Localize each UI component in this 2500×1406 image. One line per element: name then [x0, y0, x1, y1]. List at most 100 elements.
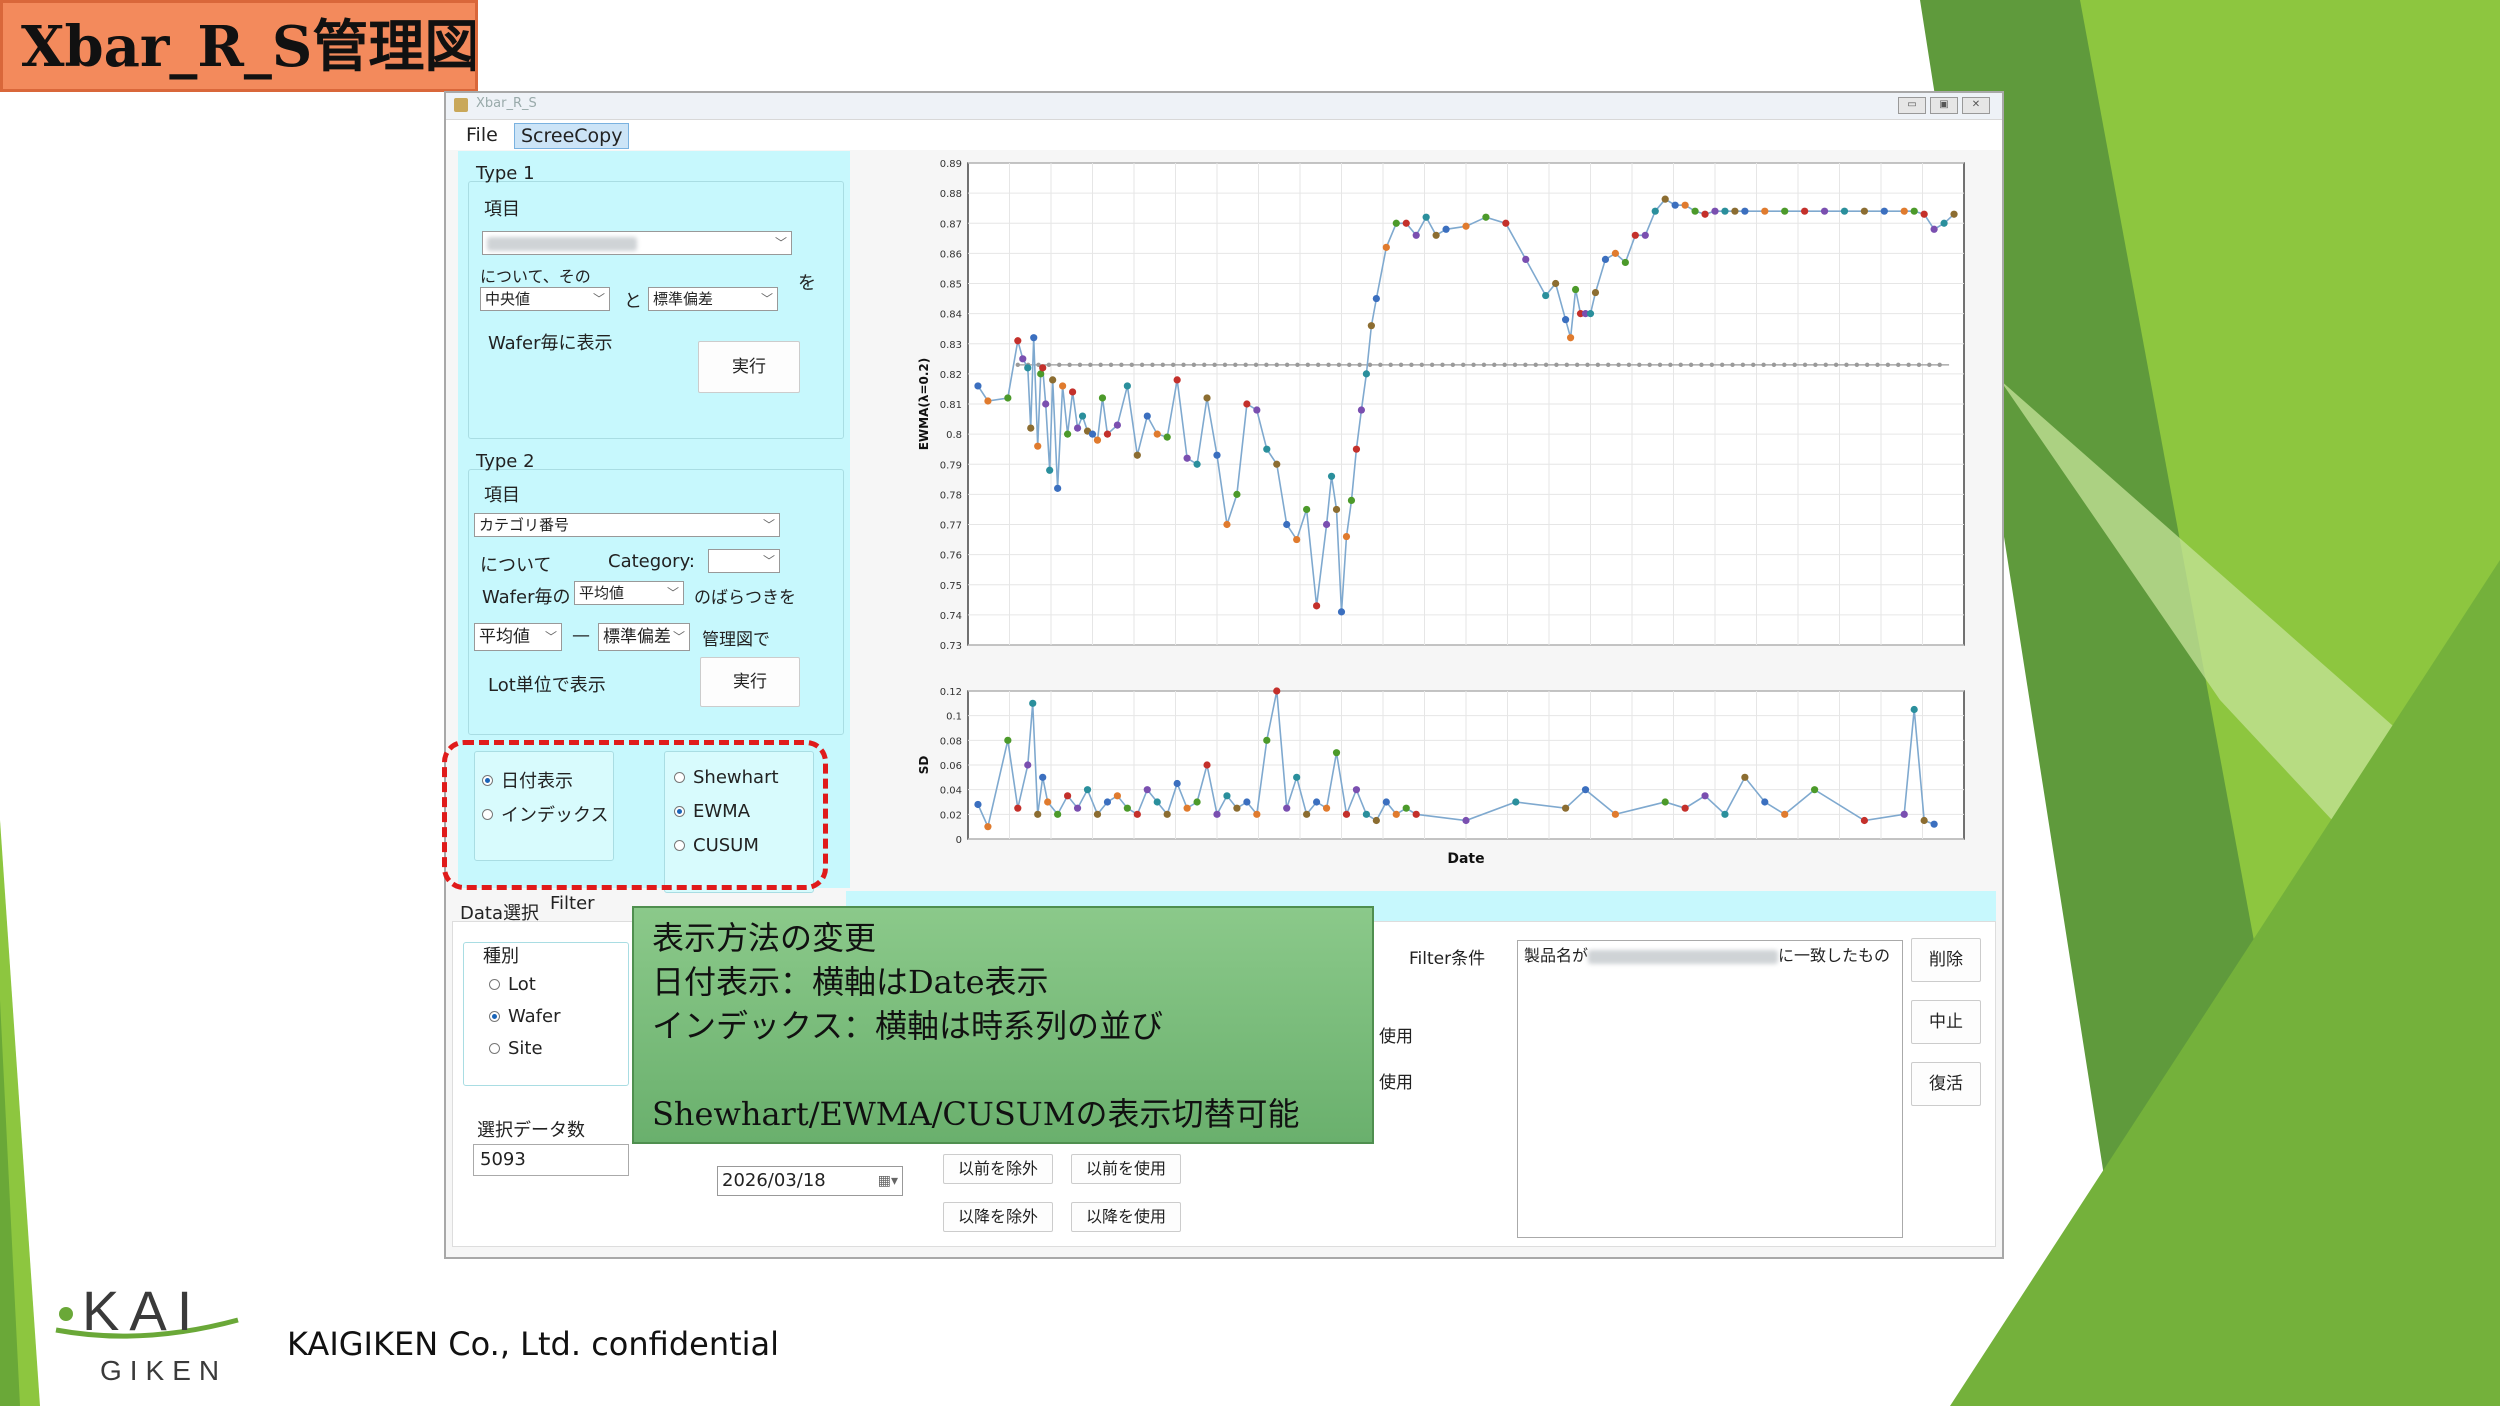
sd-data-point	[1462, 816, 1470, 825]
type2-category-combo[interactable]: ﹀	[708, 549, 780, 573]
type2-dash-label: —	[572, 625, 590, 646]
sd-y-axis-label: SD	[917, 756, 931, 775]
sd-data-point	[1332, 749, 1341, 757]
menu-screecopy[interactable]: ScreeCopy	[514, 123, 630, 149]
exclude-after-button[interactable]: 以降を除外	[943, 1202, 1053, 1232]
sd-tick-label: 0.12	[940, 687, 962, 698]
ewma-data-point	[1293, 535, 1301, 544]
ewma-data-point	[1591, 288, 1600, 297]
ewma-tick-label: 0.86	[940, 249, 962, 260]
sd-tick-label: 0.08	[940, 736, 962, 747]
close-button[interactable]: ✕	[1962, 97, 1990, 114]
cancel-button[interactable]: 中止	[1911, 1000, 1981, 1044]
tab-filter[interactable]: Filter	[550, 893, 595, 914]
sd-data-point	[1183, 804, 1191, 812]
ewma-center-marker	[1792, 362, 1797, 368]
type1-stat-b-combo[interactable]: 標準偏差 ﹀	[648, 287, 778, 311]
sd-data-point	[1920, 816, 1928, 825]
selected-count-field[interactable]: 5093	[473, 1144, 629, 1176]
ewma-center-marker	[1854, 362, 1860, 368]
ewma-center-marker	[1461, 362, 1466, 368]
type2-run-button[interactable]: 実行	[700, 657, 800, 707]
minimize-button[interactable]: ▭	[1898, 97, 1926, 114]
radio-wafer-label: Wafer	[508, 1006, 561, 1027]
ewma-data-point	[1651, 207, 1659, 215]
type2-wafer-combo[interactable]: 平均値 ﹀	[574, 581, 684, 605]
use-before-button[interactable]: 以前を使用	[1071, 1154, 1181, 1184]
radio-wafer[interactable]: Wafer	[489, 1006, 561, 1027]
ewma-data-point	[1781, 207, 1789, 215]
ewma-center-marker	[1626, 362, 1632, 368]
type1-run-button[interactable]: 実行	[698, 341, 800, 393]
sd-x-axis-label: Date	[1447, 851, 1484, 867]
sd-data-point	[1681, 804, 1689, 812]
ewma-center-marker	[1606, 362, 1611, 368]
ewma-center-marker	[1347, 362, 1352, 368]
type2-stat-b-combo[interactable]: 標準偏差 ﹀	[598, 623, 690, 651]
ewma-data-point	[1103, 430, 1112, 438]
use-button-fragment-2[interactable]: 使用	[1379, 1068, 1413, 1093]
filter-condition-list[interactable]: 製品名が に一致したもの	[1517, 940, 1903, 1238]
kaigiken-logo: KAI GIKEN	[55, 1280, 239, 1386]
ewma-data-point	[1562, 316, 1570, 324]
ewma-center-marker	[1108, 362, 1114, 368]
sd-data-point	[1243, 798, 1251, 806]
ewma-data-point	[1193, 460, 1201, 468]
ewma-data-point	[1332, 505, 1341, 514]
ewma-center-marker	[1253, 362, 1259, 368]
type2-stat-a-combo[interactable]: 平均値 ﹀	[474, 623, 562, 651]
use-after-button[interactable]: 以降を使用	[1071, 1202, 1181, 1232]
ewma-data-point	[974, 382, 982, 390]
ewma-center-marker	[1813, 362, 1818, 368]
blurred-product-name	[1588, 949, 1779, 964]
ewma-center-marker	[1088, 362, 1093, 368]
ewma-data-point	[1880, 207, 1888, 215]
ewma-center-marker	[1398, 362, 1404, 368]
ewma-data-point	[1462, 222, 1470, 230]
ewma-center-marker	[1419, 362, 1424, 368]
ewma-center-marker	[1233, 362, 1238, 368]
type1-stat-a-combo[interactable]: 中央値 ﹀	[480, 287, 610, 311]
sd-data-point	[1173, 779, 1181, 788]
ewma-data-point	[1571, 285, 1580, 294]
sd-tick-label: 0.06	[940, 761, 962, 772]
exclude-before-button[interactable]: 以前を除外	[943, 1154, 1053, 1184]
type2-item-combo[interactable]: カテゴリ番号 ﹀	[474, 513, 780, 537]
ewma-data-point	[1621, 258, 1629, 267]
ewma-data-point	[1542, 291, 1550, 300]
type1-stat-a-value: 中央値	[485, 290, 531, 308]
date-picker[interactable]: 2026/03/18 ▦▾	[717, 1166, 903, 1196]
filter-condition-label: Filter条件	[1409, 949, 1486, 969]
ewma-center-marker	[1927, 362, 1932, 368]
menu-file[interactable]: File	[460, 123, 504, 147]
ewma-data-point	[1631, 231, 1639, 239]
delete-button[interactable]: 削除	[1911, 938, 1981, 982]
ewma-center-marker	[1740, 362, 1746, 368]
radio-site[interactable]: Site	[489, 1038, 543, 1059]
sd-data-point	[1064, 792, 1072, 800]
ewma-data-point	[1034, 442, 1042, 450]
ewma-data-point	[1054, 484, 1062, 492]
maximize-button[interactable]: ▣	[1930, 97, 1958, 114]
restore-button[interactable]: 復活	[1911, 1062, 1981, 1106]
blurred-value	[487, 236, 637, 251]
ewma-center-marker	[1315, 362, 1321, 368]
ewma-data-point	[1093, 436, 1102, 444]
ewma-data-point	[1004, 394, 1012, 402]
sd-data-point	[984, 823, 992, 831]
sd-data-point	[1093, 810, 1102, 818]
selected-count-label: 選択データ数	[477, 1120, 585, 1141]
ewma-data-point	[1046, 466, 1054, 474]
use-button-fragment-1[interactable]: 使用	[1379, 1022, 1413, 1047]
radio-wafer-dot	[489, 1011, 500, 1022]
ewma-tick-label: 0.89	[940, 159, 962, 170]
ewma-center-marker	[1771, 362, 1777, 368]
ewma-data-point	[1860, 207, 1868, 215]
ewma-data-point	[1691, 207, 1699, 215]
radio-lot[interactable]: Lot	[489, 974, 536, 995]
type1-item-combo[interactable]: ﹀	[482, 231, 792, 255]
ewma-data-point	[1019, 355, 1027, 363]
ewma-data-point	[1263, 445, 1271, 453]
sd-data-point	[1213, 810, 1221, 818]
ewma-center-marker	[1492, 362, 1497, 368]
